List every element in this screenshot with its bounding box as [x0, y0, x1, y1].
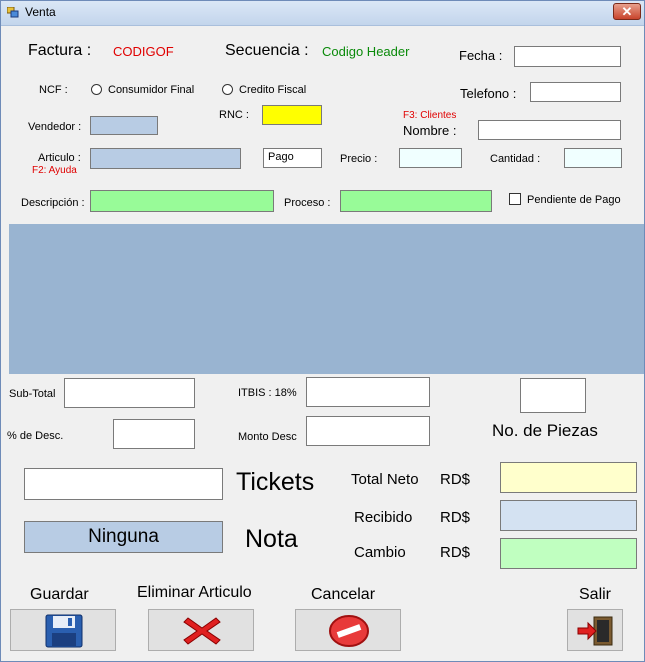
cantidad-label: Cantidad : — [490, 153, 541, 165]
consumidor-final-label: Consumidor Final — [108, 84, 195, 96]
exit-door-icon — [577, 616, 613, 646]
descripcion-label: Descripción : — [21, 197, 85, 209]
rnc-label: RNC : — [219, 109, 249, 121]
close-button[interactable]: ✕ — [613, 3, 641, 20]
total-neto-currency: RD$ — [440, 471, 471, 488]
factura-value: CODIGOF — [113, 44, 174, 59]
total-neto-label: Total Neto — [351, 471, 419, 488]
nombre-field[interactable] — [478, 120, 621, 140]
articulo-label: Articulo : — [38, 152, 81, 164]
proceso-label: Proceso : — [284, 197, 331, 209]
nombre-label: Nombre : — [403, 123, 457, 138]
recibido-field[interactable] — [500, 500, 637, 531]
fecha-field[interactable] — [514, 46, 621, 67]
clientes-hint: F3: Clientes — [403, 110, 457, 121]
tickets-field[interactable] — [24, 468, 223, 500]
precio-field[interactable] — [399, 148, 462, 168]
secuencia-label: Secuencia : — [225, 42, 309, 59]
pago-field[interactable]: Pago — [263, 148, 322, 168]
credito-fiscal-radio[interactable] — [222, 84, 233, 95]
recibido-currency: RD$ — [440, 509, 471, 526]
articulo-field[interactable] — [90, 148, 241, 169]
total-neto-field[interactable] — [500, 462, 637, 493]
vendedor-label: Vendedor : — [28, 121, 82, 133]
descripcion-field[interactable] — [90, 190, 274, 212]
tickets-label: Tickets — [236, 468, 315, 496]
desc-label: % de Desc. — [7, 430, 64, 442]
subtotal-field[interactable] — [64, 378, 195, 408]
ayuda-hint: F2: Ayuda — [32, 165, 77, 176]
itbis-label: ITBIS : 18% — [238, 387, 297, 399]
salir-button[interactable] — [567, 609, 623, 651]
rnc-field[interactable] — [262, 105, 322, 125]
title-bar: Venta ✕ — [1, 1, 644, 26]
cambio-label: Cambio — [354, 544, 406, 561]
salir-label: Salir — [579, 586, 612, 603]
subtotal-label: Sub-Total — [9, 388, 56, 400]
consumidor-final-radio[interactable] — [91, 84, 102, 95]
vendedor-field[interactable] — [90, 116, 158, 135]
piezas-field[interactable] — [520, 378, 586, 413]
recibido-label: Recibido — [354, 509, 413, 526]
pendiente-pago-label: Pendiente de Pago — [527, 194, 621, 206]
nota-label: Nota — [245, 525, 298, 553]
piezas-label: No. de Piezas — [492, 421, 598, 440]
cancelar-button[interactable] — [295, 609, 401, 651]
credito-fiscal-label: Credito Fiscal — [239, 84, 307, 96]
proceso-field[interactable] — [340, 190, 492, 212]
ncf-label: NCF : — [39, 84, 68, 96]
app-icon — [7, 7, 19, 18]
factura-label: Factura : — [28, 42, 92, 59]
cambio-currency: RD$ — [440, 544, 471, 561]
secuencia-value: Codigo Header — [322, 44, 410, 59]
monto-desc-field[interactable] — [306, 416, 430, 446]
nota-field[interactable]: Ninguna — [24, 521, 223, 553]
cantidad-field[interactable] — [564, 148, 622, 168]
precio-label: Precio : — [340, 153, 378, 165]
itbis-field[interactable] — [306, 377, 430, 407]
monto-desc-label: Monto Desc — [238, 431, 297, 443]
floppy-disk-icon — [45, 614, 83, 648]
eliminar-label: Eliminar Articulo — [137, 584, 252, 601]
fecha-label: Fecha : — [459, 48, 503, 63]
eliminar-articulo-button[interactable] — [148, 609, 254, 651]
desc-field[interactable] — [113, 419, 195, 449]
venta-window: Venta ✕ Factura : CODIGOF Secuencia : Co… — [0, 0, 645, 662]
window-title: Venta — [25, 5, 56, 19]
telefono-field[interactable] — [530, 82, 621, 102]
items-grid[interactable] — [9, 224, 644, 374]
guardar-label: Guardar — [30, 586, 89, 603]
pendiente-pago-checkbox[interactable] — [509, 193, 521, 205]
red-x-icon — [183, 617, 221, 645]
cancelar-label: Cancelar — [311, 586, 376, 603]
guardar-button[interactable] — [10, 609, 116, 651]
cambio-field[interactable] — [500, 538, 637, 569]
telefono-label: Telefono : — [460, 86, 517, 101]
no-entry-icon — [329, 615, 369, 647]
